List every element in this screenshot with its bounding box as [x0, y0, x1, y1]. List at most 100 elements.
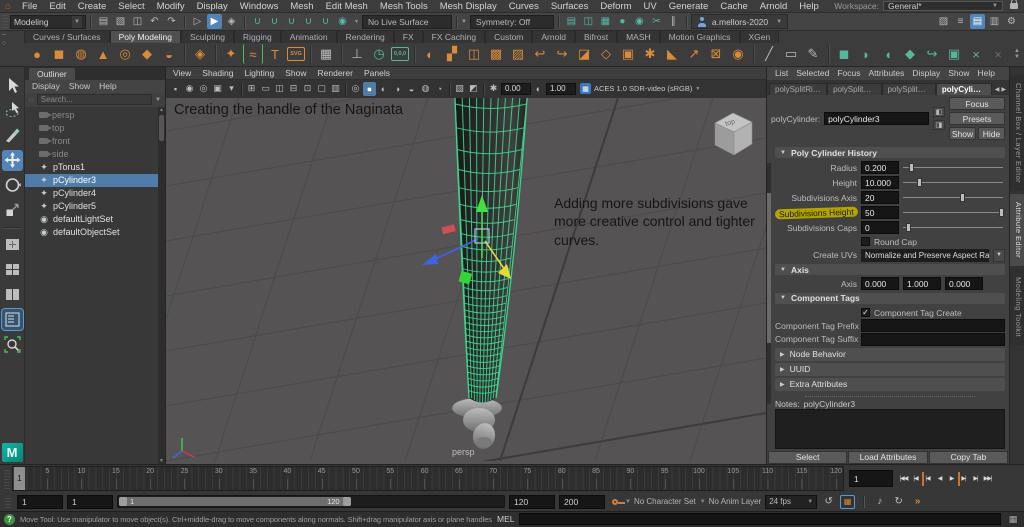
host-assistant-icon[interactable]: ▧	[936, 14, 951, 29]
create-uvs-dropdown[interactable]: Normalize and Preserve Aspect Ratio	[861, 249, 989, 262]
section-uuid[interactable]: ▶UUID	[775, 363, 1005, 376]
focus-button[interactable]: Focus	[949, 97, 1005, 110]
block-set-icon[interactable]: ▣	[618, 44, 638, 64]
section-axis[interactable]: ▼ Axis	[775, 264, 1005, 276]
outliner-item-persp[interactable]: persp	[25, 109, 165, 122]
bevel-corner-icon[interactable]: ◪	[574, 44, 594, 64]
go-to-end-button[interactable]: ▶▶|	[982, 472, 993, 486]
current-frame-field[interactable]: 1	[849, 470, 893, 487]
component-tag-create-checkbox[interactable]: ✓	[861, 308, 870, 317]
command-line-input[interactable]	[519, 513, 1001, 525]
viewport-menu-renderer[interactable]: Renderer	[318, 68, 353, 78]
hide-button[interactable]: Hide	[978, 127, 1005, 140]
zoom-region-icon[interactable]	[2, 334, 23, 355]
menu-uv[interactable]: UV	[638, 1, 663, 12]
shelf-tab-curves-surfaces[interactable]: Curves / Surfaces	[24, 30, 110, 43]
ae-tab-polysplitring10[interactable]: polySplitRing10	[769, 83, 827, 95]
outliner-item-pcylinder3[interactable]: ✦pCylinder3	[25, 174, 165, 187]
menu-set-dropdown[interactable]: Modeling ▼	[10, 15, 86, 29]
menu-mesh[interactable]: Mesh	[284, 1, 319, 12]
go-to-start-button[interactable]: |◀◀	[898, 472, 909, 486]
play-forwards-button[interactable]: ▶	[946, 472, 957, 486]
mel-label[interactable]: MEL	[497, 514, 514, 524]
scroll-up-icon[interactable]: ▲	[158, 107, 165, 113]
menu-generate[interactable]: Generate	[663, 1, 715, 12]
section-node-behavior[interactable]: ▶Node Behavior	[775, 348, 1005, 361]
poly-count-icon[interactable]: ▦	[316, 44, 336, 64]
undo-icon[interactable]: ↶	[147, 14, 162, 29]
outliner-item-defaultlightset[interactable]: ◉defaultLightSet	[25, 213, 165, 226]
snap-to-point-icon[interactable]: ∪	[284, 14, 299, 29]
range-start-handle[interactable]	[119, 497, 127, 506]
shaded-mode-icon[interactable]: ●	[363, 82, 376, 96]
redo-icon[interactable]: ↷	[164, 14, 179, 29]
menu-mesh-tools[interactable]: Mesh Tools	[374, 1, 434, 12]
menu-help[interactable]: Help	[793, 1, 825, 12]
curves-tool-icon[interactable]: ≈	[243, 44, 263, 64]
shelf-tab-rendering[interactable]: Rendering	[337, 30, 394, 43]
colorspace-dropdown[interactable]: ▦ACES 1.0 SDR-video (sRGB)▼	[580, 83, 700, 94]
range-end-handle[interactable]	[343, 497, 351, 506]
show-button[interactable]: Show	[949, 127, 976, 140]
attribute-editor-toggle-icon[interactable]: ▤	[970, 14, 985, 29]
curve-hook-icon[interactable]: ↩	[530, 44, 550, 64]
sidebar-tab-modeling-toolkit[interactable]: Modeling Toolkit	[1010, 269, 1024, 345]
step-forward-frame-button[interactable]: ▶|	[970, 472, 981, 486]
scale-tool-icon[interactable]	[2, 200, 23, 221]
menu-modify[interactable]: Modify	[151, 1, 191, 12]
viewport-menu-shading[interactable]: Shading	[202, 68, 233, 78]
menu-curves[interactable]: Curves	[503, 1, 545, 12]
cache-playback-icon[interactable]: ↻	[891, 495, 906, 509]
poly-plane-icon[interactable]: ◆	[137, 44, 157, 64]
render-view-icon[interactable]: ▤	[564, 14, 579, 29]
lasso-select-tool-icon[interactable]	[2, 100, 23, 121]
wireframe-mode-icon[interactable]: ◎	[349, 82, 362, 96]
grid-fill-icon[interactable]: ▩	[486, 44, 506, 64]
reduce-icon[interactable]: ×	[988, 44, 1008, 64]
poly-sphere-alt-icon[interactable]: ◍	[71, 44, 91, 64]
outliner-menu-help[interactable]: Help	[99, 81, 116, 91]
outliner-menu-display[interactable]: Display	[32, 81, 60, 91]
ae-menu-help[interactable]: Help	[978, 68, 995, 78]
film-gate-icon[interactable]: ▭	[259, 82, 272, 96]
make-live-icon[interactable]: ◉	[335, 14, 350, 29]
layout-outliner-persp-icon[interactable]	[2, 309, 23, 330]
round-cap-checkbox[interactable]	[861, 237, 870, 246]
sidebar-tab-attribute-editor[interactable]: Attribute Editor	[1010, 194, 1024, 266]
timeline-playhead[interactable]: 1	[14, 467, 25, 490]
gamma-icon[interactable]: ◐	[532, 82, 545, 96]
outliner-item-pcylinder4[interactable]: ✦pCylinder4	[25, 187, 165, 200]
shadows-icon[interactable]: ◒	[405, 82, 418, 96]
separate-icon[interactable]: ↪	[922, 44, 942, 64]
ae-tab-polysplitring9[interactable]: polySplitRing9	[827, 83, 881, 95]
rotate-tool-icon[interactable]	[2, 175, 23, 196]
ae-menu-selected[interactable]: Selected	[796, 68, 829, 78]
snap-to-projected-center-icon[interactable]: ∪	[301, 14, 316, 29]
pin-panel-icon[interactable]: ▪	[169, 82, 182, 96]
playback-options-icon[interactable]: ▦	[840, 495, 855, 509]
render-current-frame-icon[interactable]: ◫	[581, 14, 596, 29]
poly-cone-icon[interactable]: ▲	[93, 44, 113, 64]
scroll-down-icon[interactable]: ▼	[158, 458, 165, 464]
layout-four-pane-icon[interactable]	[2, 259, 23, 280]
mute-audio-icon[interactable]: ♪	[872, 495, 887, 509]
globe-grid-icon[interactable]: ◉	[728, 44, 748, 64]
set-key-icon[interactable]	[612, 499, 618, 505]
platonic-solid-icon[interactable]: ◈	[190, 44, 210, 64]
chevron-down-icon[interactable]: ▼	[354, 19, 359, 25]
shelf-tab-bifrost[interactable]: Bifrost	[575, 30, 617, 43]
curve-hook-alt-icon[interactable]: ↪	[552, 44, 572, 64]
save-scene-icon[interactable]: ◫	[130, 14, 145, 29]
outliner-item-defaultobjectset[interactable]: ◉defaultObjectSet	[25, 226, 165, 239]
axis-x-field[interactable]: 0.000	[861, 277, 899, 290]
shelf-tab-motion-graphics[interactable]: Motion Graphics	[660, 30, 740, 43]
outliner-scrollbar[interactable]: ▲ ▼	[158, 107, 165, 464]
subdivisions-caps-field[interactable]: 0	[861, 221, 899, 234]
viewport-menu-lighting[interactable]: Lighting	[244, 68, 274, 78]
animation-start-field[interactable]: 1	[17, 495, 63, 509]
create-polygon-icon[interactable]: ╱	[759, 44, 779, 64]
viewport-menu-view[interactable]: View	[173, 68, 191, 78]
component-tag-prefix-field[interactable]	[861, 319, 1005, 332]
step-back-key-button[interactable]: |◀	[922, 472, 933, 486]
workspace-lock-icon[interactable]	[1010, 3, 1018, 9]
